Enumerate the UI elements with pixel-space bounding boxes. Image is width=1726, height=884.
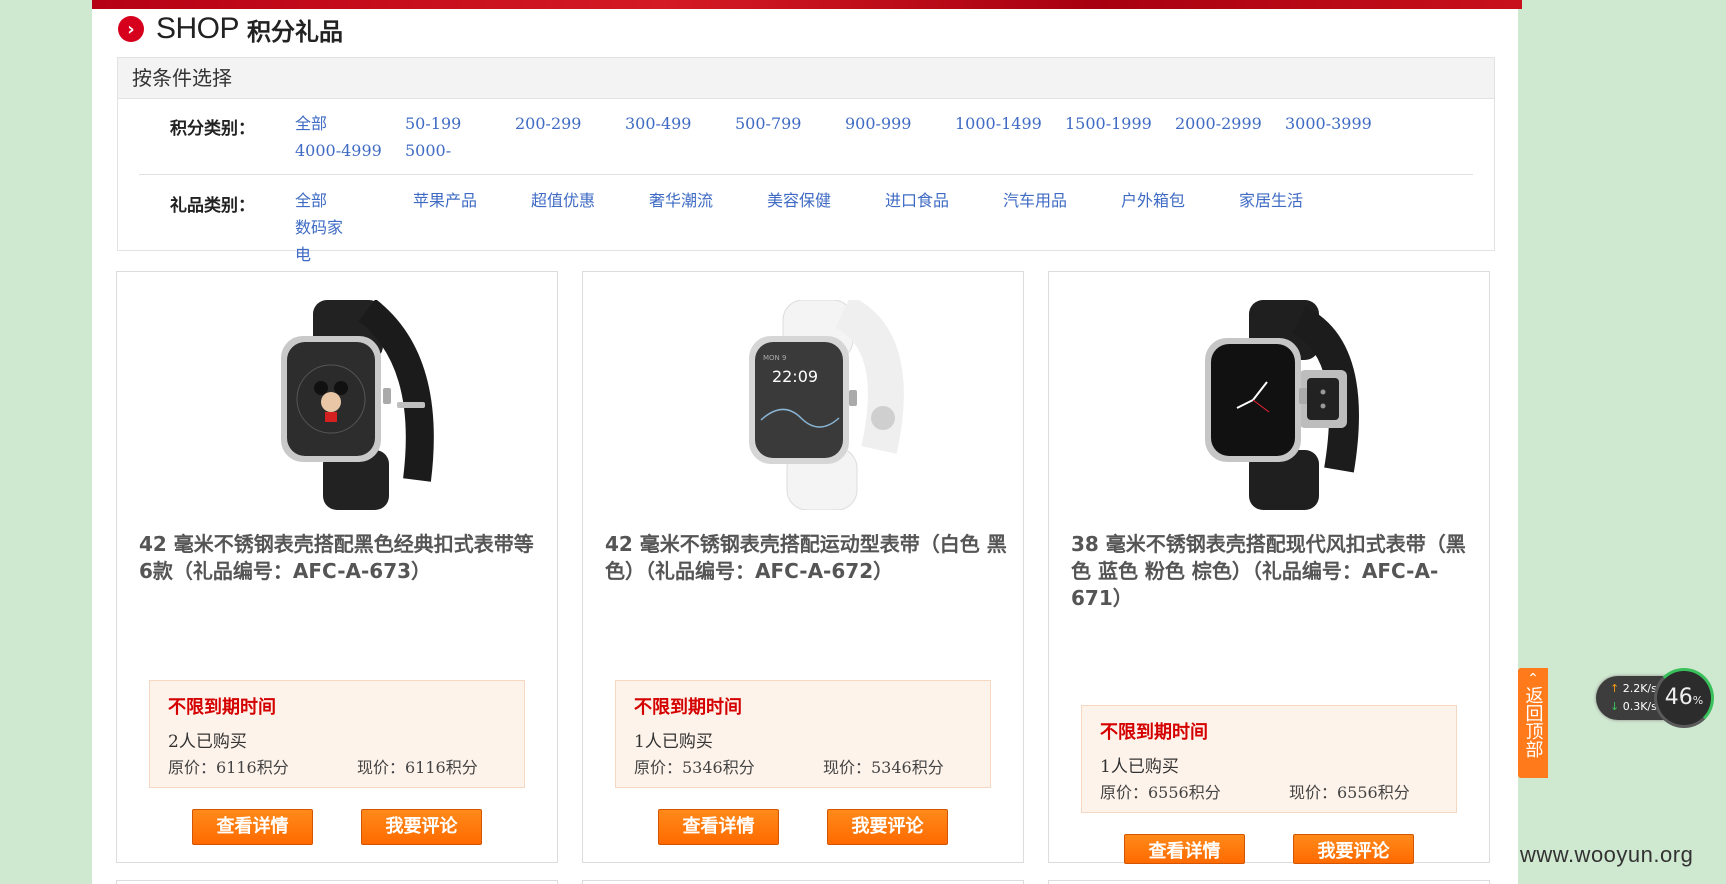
gift-option[interactable]: 进口食品 <box>885 187 1003 214</box>
top-banner <box>92 0 1522 9</box>
gift-option-all[interactable]: 全部 <box>295 187 413 214</box>
filter-heading: 按条件选择 <box>118 58 1494 99</box>
points-option[interactable]: 2000-2999 <box>1175 110 1285 137</box>
current-price: 现价：6556积分 <box>1289 783 1410 802</box>
points-option[interactable]: 3000-3999 <box>1285 110 1395 137</box>
write-review-button[interactable]: 我要评论 <box>361 809 482 845</box>
view-details-button[interactable]: 查看详情 <box>192 809 313 845</box>
points-filter-label: 积分类别： <box>170 119 255 139</box>
product-info: 不限到期时间 2人已购买 原价：6116积分 现价：6116积分 <box>149 680 525 788</box>
product-card: MON 9 22:09 42 毫米不锈钢表壳搭配运动型表带（白色 黑色）（礼品编… <box>582 271 1024 863</box>
gift-option[interactable]: 汽车用品 <box>1003 187 1121 214</box>
points-option-all[interactable]: 全部 <box>295 110 405 137</box>
gift-option[interactable]: 美容保健 <box>767 187 885 214</box>
expiry-text: 不限到期时间 <box>634 697 742 718</box>
product-title[interactable]: 42 毫米不锈钢表壳搭配运动型表带（白色 黑色）（礼品编号：AFC-A-672） <box>605 531 1007 585</box>
original-price: 原价：6116积分 <box>168 758 289 777</box>
svg-text:22:09: 22:09 <box>772 367 818 386</box>
back-to-top-label: 返回顶部 <box>1522 686 1544 758</box>
back-to-top-button[interactable]: ⌃ 返回顶部 <box>1518 668 1548 778</box>
memory-usage-dial: 46% <box>1654 668 1714 728</box>
expiry-text: 不限到期时间 <box>168 697 276 718</box>
product-card: 42 毫米不锈钢表壳搭配黑色经典扣式表带等6款（礼品编号：AFC-A-673） … <box>116 271 558 863</box>
page-container: › SHOP 积分礼品 按条件选择 积分类别： 全部 50-199 200-29… <box>92 0 1522 884</box>
arrow-up-icon: ↑ <box>1610 682 1620 695</box>
watch-image[interactable]: MON 9 22:09 <box>683 300 923 510</box>
watermark: www.wooyun.org <box>1520 842 1694 867</box>
filter-divider <box>139 174 1473 175</box>
original-price: 原价：5346积分 <box>634 758 755 777</box>
gift-option[interactable]: 超值优惠 <box>531 187 649 214</box>
chevron-up-icon: ⌃ <box>1527 671 1539 687</box>
usage-percent-unit: % <box>1692 694 1704 707</box>
gift-option[interactable]: 户外箱包 <box>1121 187 1239 214</box>
write-review-button[interactable]: 我要评论 <box>1293 834 1414 864</box>
shop-subtitle: 积分礼品 <box>247 17 344 46</box>
points-option[interactable]: 300-499 <box>625 110 735 137</box>
points-option[interactable]: 50-199 <box>405 110 515 137</box>
buyer-count: 2人已购买 <box>168 732 247 752</box>
shop-header: › SHOP 积分礼品 <box>118 12 343 46</box>
original-price: 原价：6556积分 <box>1100 783 1221 802</box>
product-info: 不限到期时间 1人已购买 原价：5346积分 现价：5346积分 <box>615 680 991 788</box>
next-row-card-edge <box>582 880 1024 884</box>
product-title[interactable]: 42 毫米不锈钢表壳搭配黑色经典扣式表带等6款（礼品编号：AFC-A-673） <box>139 531 541 585</box>
filter-panel: 按条件选择 积分类别： 全部 50-199 200-299 300-499 50… <box>117 57 1495 264</box>
watch-image[interactable] <box>1149 300 1389 510</box>
product-card: 38 毫米不锈钢表壳搭配现代风扣式表带（黑色 蓝色 粉色 棕色）（礼品编号：AF… <box>1048 271 1490 864</box>
current-price: 现价：5346积分 <box>823 758 944 777</box>
buyer-count: 1人已购买 <box>1100 757 1179 777</box>
gift-filter-options: 全部 苹果产品 超值优惠 奢华潮流 美容保健 进口食品 汽车用品 户外箱包 家居… <box>295 187 1400 268</box>
points-option[interactable]: 900-999 <box>845 110 955 137</box>
usage-percent: 46 <box>1664 685 1693 710</box>
svg-text:MON 9: MON 9 <box>763 354 786 362</box>
download-speed: ↓ 0.3K/s <box>1610 700 1657 713</box>
view-details-button[interactable]: 查看详情 <box>658 809 779 845</box>
upload-speed: ↑ 2.2K/s <box>1610 682 1657 695</box>
upload-speed-value: 2.2K/s <box>1622 682 1657 695</box>
product-info: 不限到期时间 1人已购买 原价：6556积分 现价：6556积分 <box>1081 705 1457 813</box>
points-option[interactable]: 200-299 <box>515 110 625 137</box>
next-row-card-edge <box>116 880 558 884</box>
write-review-button[interactable]: 我要评论 <box>827 809 948 845</box>
points-option[interactable]: 1000-1499 <box>955 110 1065 137</box>
expiry-text: 不限到期时间 <box>1100 722 1208 743</box>
next-row-card-edge <box>1048 880 1490 884</box>
network-speed-widget[interactable]: ↑ 2.2K/s ↓ 0.3K/s 46% <box>1596 668 1714 728</box>
view-details-button[interactable]: 查看详情 <box>1124 834 1245 864</box>
gift-option[interactable]: 家居生活 <box>1239 187 1357 214</box>
gift-option[interactable]: 奢华潮流 <box>649 187 767 214</box>
points-option[interactable]: 5000- <box>405 137 515 164</box>
buyer-count: 1人已购买 <box>634 732 713 752</box>
watch-image[interactable] <box>217 300 457 510</box>
points-option[interactable]: 500-799 <box>735 110 845 137</box>
current-price: 现价：6116积分 <box>357 758 478 777</box>
gift-option[interactable]: 苹果产品 <box>413 187 531 214</box>
product-title[interactable]: 38 毫米不锈钢表壳搭配现代风扣式表带（黑色 蓝色 粉色 棕色）（礼品编号：AF… <box>1071 531 1473 612</box>
points-option[interactable]: 4000-4999 <box>295 137 405 164</box>
download-speed-value: 0.3K/s <box>1622 700 1657 713</box>
chevron-right-icon: › <box>118 16 144 42</box>
gift-option[interactable]: 数码家电 <box>295 214 345 268</box>
shop-title: SHOP <box>156 12 240 45</box>
points-option[interactable]: 1500-1999 <box>1065 110 1175 137</box>
gift-filter-label: 礼品类别： <box>170 196 255 216</box>
arrow-down-icon: ↓ <box>1610 700 1620 713</box>
points-filter-options: 全部 50-199 200-299 300-499 500-799 900-99… <box>295 110 1415 164</box>
